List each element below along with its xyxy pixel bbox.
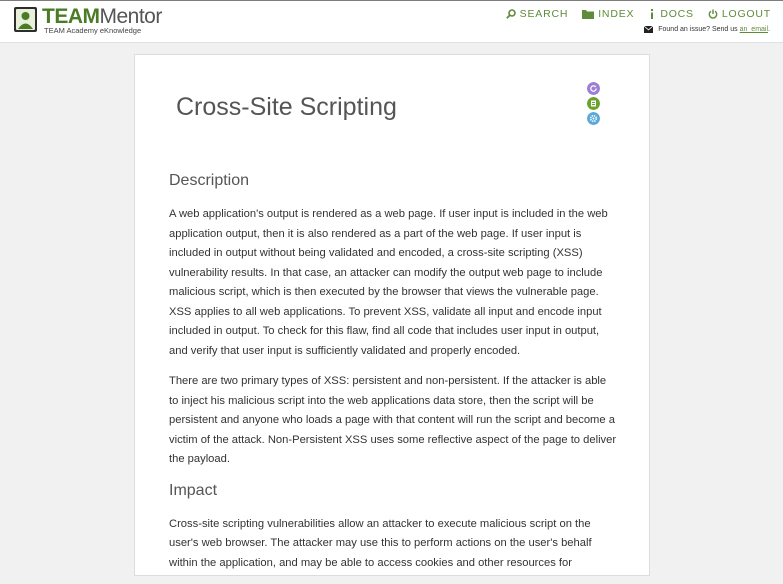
nav-index[interactable]: INDEX [582, 7, 634, 21]
folder-icon [582, 10, 595, 19]
nav-logout-label: LOGOUT [721, 8, 771, 20]
page-title: Cross-Site Scripting [176, 93, 397, 121]
logo[interactable]: TEAMMentor TEAM Academy eKnowledge [13, 6, 163, 36]
header: TEAMMentor TEAM Academy eKnowledge SEARC… [0, 1, 783, 43]
logo-title: TEAMMentor [42, 5, 162, 28]
issue-suffix: . [768, 26, 770, 33]
info-icon [651, 9, 654, 19]
nav-index-label: INDEX [598, 8, 635, 20]
article-actions [587, 82, 601, 127]
logo-icon [14, 7, 37, 32]
nav-logout[interactable]: LOGOUT [708, 7, 771, 21]
logo-subtitle: TEAM Academy eKnowledge [44, 26, 142, 35]
settings-icon[interactable] [587, 112, 600, 125]
description-paragraph: A web application's output is rendered a… [169, 208, 608, 357]
issue-email-link[interactable]: an_email [740, 26, 768, 33]
nav-docs-label: DOCS [660, 8, 694, 20]
mail-icon [644, 26, 654, 33]
nav-search-label: SEARCH [519, 8, 569, 20]
article-card: Cross-Site Scripting Description A web a… [134, 54, 650, 576]
power-icon [708, 9, 718, 19]
nav-search[interactable]: SEARCH [505, 7, 569, 21]
issue-notice: Found an issue? Send us an_email. [644, 26, 770, 33]
article-content: Description A web application's output i… [169, 171, 617, 584]
top-nav: SEARCH INDEX DOCS LOGOUT [492, 7, 771, 21]
refresh-icon[interactable] [587, 82, 600, 95]
impact-paragraph: Cross-site scripting vulnerabilities all… [169, 517, 592, 569]
issue-text: Found an issue? Send us [658, 26, 738, 33]
search-icon [505, 9, 516, 19]
section-heading-impact: Impact [169, 481, 218, 499]
nav-docs[interactable]: DOCS [648, 7, 694, 21]
description-paragraph: There are two primary types of XSS: pers… [169, 375, 617, 465]
section-heading-description: Description [169, 172, 250, 189]
bookmark-icon[interactable] [587, 97, 600, 110]
